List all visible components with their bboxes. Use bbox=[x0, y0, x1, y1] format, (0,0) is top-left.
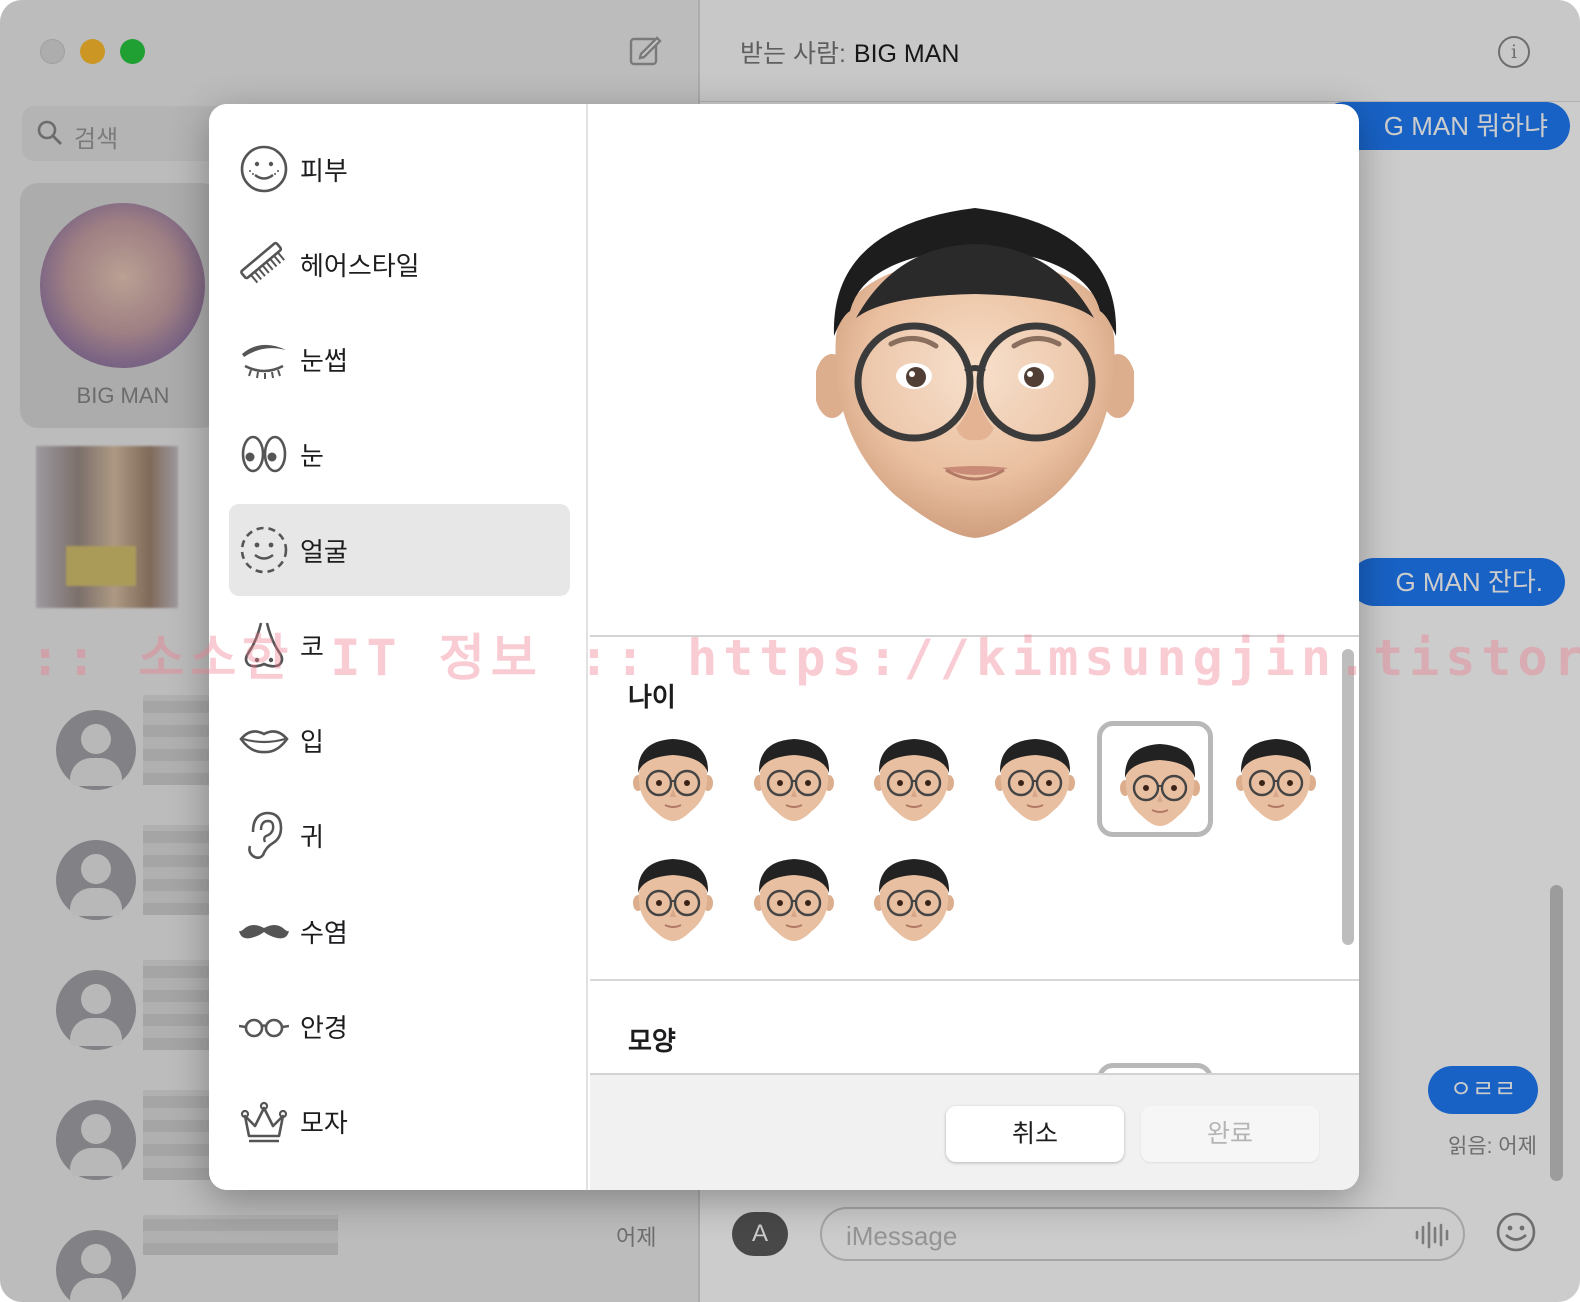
crown-icon bbox=[240, 1101, 288, 1143]
age-option[interactable] bbox=[615, 841, 731, 957]
category-nose[interactable]: 코 bbox=[229, 599, 570, 691]
category-label: 입 bbox=[300, 727, 324, 757]
shape-section-title: 모양 bbox=[628, 1026, 676, 1056]
category-label: 헤어스타일 bbox=[300, 251, 420, 281]
glasses-icon bbox=[239, 1018, 289, 1038]
face-shape-icon bbox=[240, 526, 288, 574]
memoji-thumbnail bbox=[874, 859, 954, 941]
lips-icon bbox=[239, 730, 289, 754]
category-label: 눈 bbox=[300, 441, 324, 471]
mustache-icon bbox=[239, 925, 289, 939]
age-option[interactable] bbox=[736, 721, 852, 837]
memoji-thumbnail bbox=[874, 739, 954, 821]
memoji-thumbnail bbox=[753, 859, 834, 941]
cancel-button[interactable]: 취소 bbox=[946, 1106, 1124, 1162]
sheet-footer: 취소 완료 bbox=[590, 1073, 1359, 1190]
age-option[interactable] bbox=[856, 721, 972, 837]
category-skin[interactable]: 피부 bbox=[229, 123, 570, 215]
memoji-preview bbox=[590, 104, 1359, 637]
memoji-thumbnail bbox=[994, 739, 1075, 821]
age-option[interactable] bbox=[615, 721, 731, 837]
ear-icon bbox=[248, 811, 283, 860]
category-label: 눈썹 bbox=[300, 346, 348, 376]
memoji-editor-sheet: 피부 헤어스타일 눈썹 눈 얼굴 코 입 귀 수염 안경 모자 나이 모양 취소… bbox=[209, 104, 1359, 1190]
category-label: 코 bbox=[300, 632, 324, 662]
category-headwear[interactable]: 모자 bbox=[229, 1075, 570, 1167]
category-label: 수염 bbox=[300, 918, 348, 948]
category-facial-hair[interactable]: 수염 bbox=[229, 885, 570, 977]
category-label: 모자 bbox=[300, 1108, 348, 1138]
age-option[interactable] bbox=[1218, 721, 1334, 837]
category-face[interactable]: 얼굴 bbox=[229, 504, 570, 596]
eyebrow-icon bbox=[242, 344, 286, 379]
memoji-thumbnail bbox=[633, 739, 713, 821]
category-label: 안경 bbox=[300, 1013, 348, 1043]
shape-section: 모양 bbox=[590, 983, 1359, 1073]
memoji-thumbnail bbox=[1120, 744, 1200, 826]
category-label: 피부 bbox=[300, 156, 348, 186]
age-option[interactable] bbox=[856, 841, 972, 957]
age-section-title: 나이 bbox=[628, 682, 676, 712]
category-label: 귀 bbox=[300, 822, 324, 852]
age-section: 나이 bbox=[590, 639, 1359, 981]
category-eyewear[interactable]: 안경 bbox=[229, 980, 570, 1072]
age-option[interactable] bbox=[977, 721, 1093, 837]
category-hairstyle[interactable]: 헤어스타일 bbox=[229, 218, 570, 310]
done-button[interactable]: 완료 bbox=[1141, 1106, 1319, 1162]
age-option[interactable] bbox=[736, 841, 852, 957]
messages-window: 검색 BIG MAN 어제 받는 사람: BIG MAN i G MAN 뭐하냐 … bbox=[0, 0, 1580, 1302]
memoji-face-preview bbox=[816, 208, 1134, 538]
category-ears[interactable]: 귀 bbox=[229, 789, 570, 881]
memoji-category-list: 피부 헤어스타일 눈썹 눈 얼굴 코 입 귀 수염 안경 모자 bbox=[209, 104, 588, 1190]
memoji-thumbnail bbox=[633, 859, 713, 941]
memoji-thumbnail bbox=[753, 739, 834, 821]
options-scrollbar[interactable] bbox=[1342, 649, 1354, 945]
memoji-thumbnail bbox=[1235, 739, 1316, 821]
age-option[interactable] bbox=[1097, 721, 1213, 837]
category-label: 얼굴 bbox=[300, 537, 348, 567]
category-mouth[interactable]: 입 bbox=[229, 694, 570, 786]
skin-icon bbox=[240, 145, 288, 193]
nose-icon bbox=[244, 622, 284, 668]
eyes-icon bbox=[241, 435, 287, 473]
category-eyebrows[interactable]: 눈썹 bbox=[229, 313, 570, 405]
comb-icon bbox=[240, 241, 285, 284]
category-eyes[interactable]: 눈 bbox=[229, 408, 570, 500]
shape-option-selected[interactable] bbox=[1097, 1063, 1213, 1073]
